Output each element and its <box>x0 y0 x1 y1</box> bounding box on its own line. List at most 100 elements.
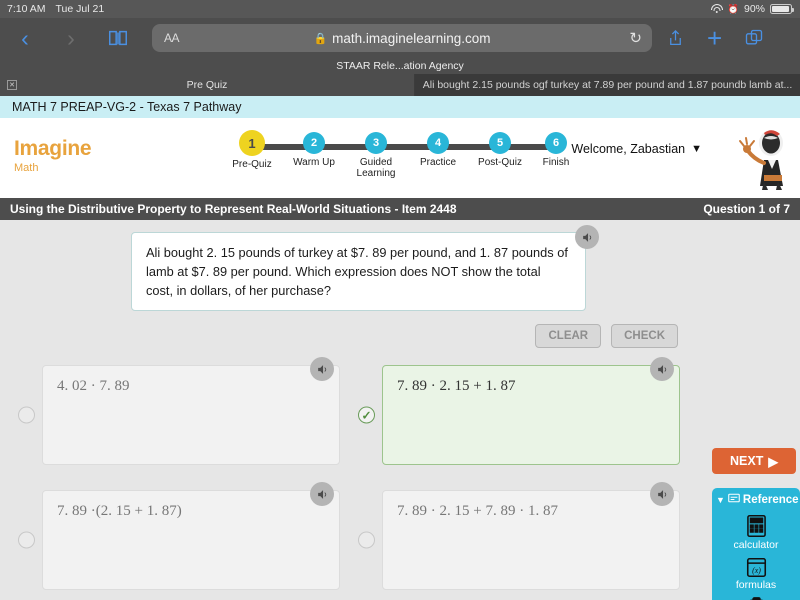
question-counter: Question 1 of 7 <box>703 202 790 216</box>
student-avatar-icon[interactable] <box>734 128 792 190</box>
reference-panel: ▼ Reference <box>712 488 800 600</box>
alarm-clock-icon: ⏰ <box>728 4 739 15</box>
triangle-down-icon[interactable]: ▼ <box>691 143 702 155</box>
tab-strip: ✕ Pre Quiz Ali bought 2.15 pounds ogf tu… <box>0 74 800 96</box>
step-number: 5 <box>489 132 511 154</box>
speaker-icon[interactable] <box>575 225 599 249</box>
step-practice[interactable]: 4 Practice <box>413 132 463 168</box>
formulas-label: formulas <box>712 579 800 591</box>
radio-button[interactable] <box>18 532 35 549</box>
plus-icon[interactable]: + <box>707 25 722 51</box>
step-label: Practice <box>413 157 463 168</box>
step-label: Pre-Quiz <box>228 159 276 170</box>
lesson-title-bar: Using the Distributive Property to Repre… <box>0 198 800 220</box>
wifi-icon <box>711 4 723 14</box>
screen-root: 7:10 AM Tue Jul 21 ⏰ 90% ‹ › AA 🔒 math.i… <box>0 0 800 600</box>
question-content-area: Ali bought 2. 15 pounds of turkey at $7.… <box>0 220 800 600</box>
battery-icon <box>770 4 792 14</box>
question-prompt-box: Ali bought 2. 15 pounds of turkey at $7.… <box>131 232 586 311</box>
choice-text: 4. 02 · 7. 89 <box>57 378 130 394</box>
radio-button[interactable] <box>18 407 35 424</box>
next-button[interactable]: NEXT ▶ <box>712 448 796 474</box>
step-number: 3 <box>365 132 387 154</box>
answer-choices: 4. 02 · 7. 89 7. 89 · 2. 15 + 1. 87 <box>0 365 712 600</box>
answer-choice-b[interactable]: 7. 89 · 2. 15 + 1. 87 <box>340 365 680 465</box>
ios-status-bar: 7:10 AM Tue Jul 21 ⏰ 90% <box>0 0 800 18</box>
formulas-tool[interactable]: (x) formulas <box>712 557 800 591</box>
tab-title: Ali bought 2.15 pounds ogf turkey at 7.8… <box>423 79 793 91</box>
tab-title: Pre Quiz <box>187 79 228 91</box>
book-icon[interactable] <box>106 26 130 50</box>
user-menu[interactable]: Welcome, Zabastian ▼ <box>571 142 702 156</box>
next-label: NEXT <box>730 454 763 468</box>
step-guided-learning[interactable]: 3 Guided Learning <box>351 132 401 179</box>
browser-toolbar: ‹ › AA 🔒 math.imaginelearning.com ↻ + <box>0 18 800 58</box>
status-time: 7:10 AM <box>7 3 46 15</box>
calculator-tool[interactable]: calculator <box>712 514 800 551</box>
step-number: 1 <box>239 130 265 156</box>
choice-text-box[interactable]: 7. 89 · 2. 15 + 1. 87 <box>382 365 680 465</box>
speaker-icon[interactable] <box>650 482 674 506</box>
close-icon[interactable]: ✕ <box>7 80 17 90</box>
right-tool-rail: NEXT ▶ ▼ Reference <box>708 448 800 600</box>
reference-label: Reference <box>743 494 799 506</box>
url-text: math.imaginelearning.com <box>332 31 490 46</box>
tab-pre-quiz[interactable]: ✕ Pre Quiz <box>0 74 415 96</box>
app-header: Imagine Math 1 Pre-Quiz 2 Warm Up 3 Guid… <box>0 118 800 198</box>
choice-text: 7. 89 · 2. 15 + 1. 87 <box>397 378 515 394</box>
step-label: Post-Quiz <box>474 157 526 168</box>
check-button[interactable]: CHECK <box>611 324 678 348</box>
triangle-down-icon[interactable]: ▼ <box>716 495 725 505</box>
reload-icon[interactable]: ↻ <box>629 29 642 47</box>
step-post-quiz[interactable]: 5 Post-Quiz <box>474 132 526 168</box>
answer-choice-d[interactable]: 7. 89 · 2. 15 + 7. 89 · 1. 87 <box>340 490 680 590</box>
reference-icon <box>728 493 740 506</box>
choice-text-box[interactable]: 4. 02 · 7. 89 <box>42 365 340 465</box>
choice-text-box[interactable]: 7. 89 · 2. 15 + 7. 89 · 1. 87 <box>382 490 680 590</box>
address-bar[interactable]: AA 🔒 math.imaginelearning.com ↻ <box>152 24 652 52</box>
play-arrow-icon: ▶ <box>768 454 778 469</box>
logo-line-2: Math <box>14 162 91 174</box>
bookmark-item[interactable]: STAAR Rele...ation Agency <box>336 60 464 72</box>
step-number: 2 <box>303 132 325 154</box>
step-label: Warm Up <box>289 157 339 168</box>
course-banner: MATH 7 PREAP-VG-2 - Texas 7 Pathway <box>0 96 800 118</box>
step-label: Finish <box>533 157 579 168</box>
text-size-icon[interactable]: AA <box>164 31 179 45</box>
step-number: 4 <box>427 132 449 154</box>
answer-choice-a[interactable]: 4. 02 · 7. 89 <box>0 365 340 465</box>
welcome-text: Welcome, Zabastian <box>571 142 685 156</box>
tabs-icon[interactable] <box>744 28 764 48</box>
page-title: Using the Distributive Property to Repre… <box>10 202 457 216</box>
battery-percent: 90% <box>744 3 765 15</box>
calculator-label: calculator <box>712 539 800 551</box>
status-date: Tue Jul 21 <box>56 3 105 15</box>
calculator-icon <box>712 514 800 538</box>
share-icon[interactable] <box>666 27 685 49</box>
answer-action-buttons: CLEAR CHECK <box>535 324 678 348</box>
speaker-icon[interactable] <box>650 357 674 381</box>
formulas-icon: (x) <box>712 557 800 578</box>
tab-background[interactable]: Ali bought 2.15 pounds ogf turkey at 7.8… <box>415 74 800 96</box>
choice-text: 7. 89 ·(2. 15 + 1. 87) <box>57 503 182 519</box>
reference-panel-header[interactable]: ▼ Reference <box>712 488 800 508</box>
choice-text: 7. 89 · 2. 15 + 7. 89 · 1. 87 <box>397 503 558 519</box>
step-pre-quiz[interactable]: 1 Pre-Quiz <box>228 132 276 170</box>
speaker-icon[interactable] <box>310 357 334 381</box>
step-number: 6 <box>545 132 567 154</box>
radio-button[interactable] <box>358 407 375 424</box>
speaker-icon[interactable] <box>310 482 334 506</box>
chevron-left-icon[interactable]: ‹ <box>12 25 38 51</box>
choice-text-box[interactable]: 7. 89 ·(2. 15 + 1. 87) <box>42 490 340 590</box>
question-text: Ali bought 2. 15 pounds of turkey at $7.… <box>146 245 568 298</box>
svg-text:(x): (x) <box>752 566 761 575</box>
step-warm-up[interactable]: 2 Warm Up <box>289 132 339 168</box>
chevron-right-icon[interactable]: › <box>58 25 84 51</box>
progress-stepper: 1 Pre-Quiz 2 Warm Up 3 Guided Learning 4… <box>228 132 578 192</box>
imagine-math-logo: Imagine Math <box>14 138 91 174</box>
clear-button[interactable]: CLEAR <box>535 324 601 348</box>
bookmarks-bar: STAAR Rele...ation Agency <box>0 58 800 74</box>
step-label: Guided Learning <box>351 157 401 179</box>
radio-button[interactable] <box>358 532 375 549</box>
answer-choice-c[interactable]: 7. 89 ·(2. 15 + 1. 87) <box>0 490 340 590</box>
